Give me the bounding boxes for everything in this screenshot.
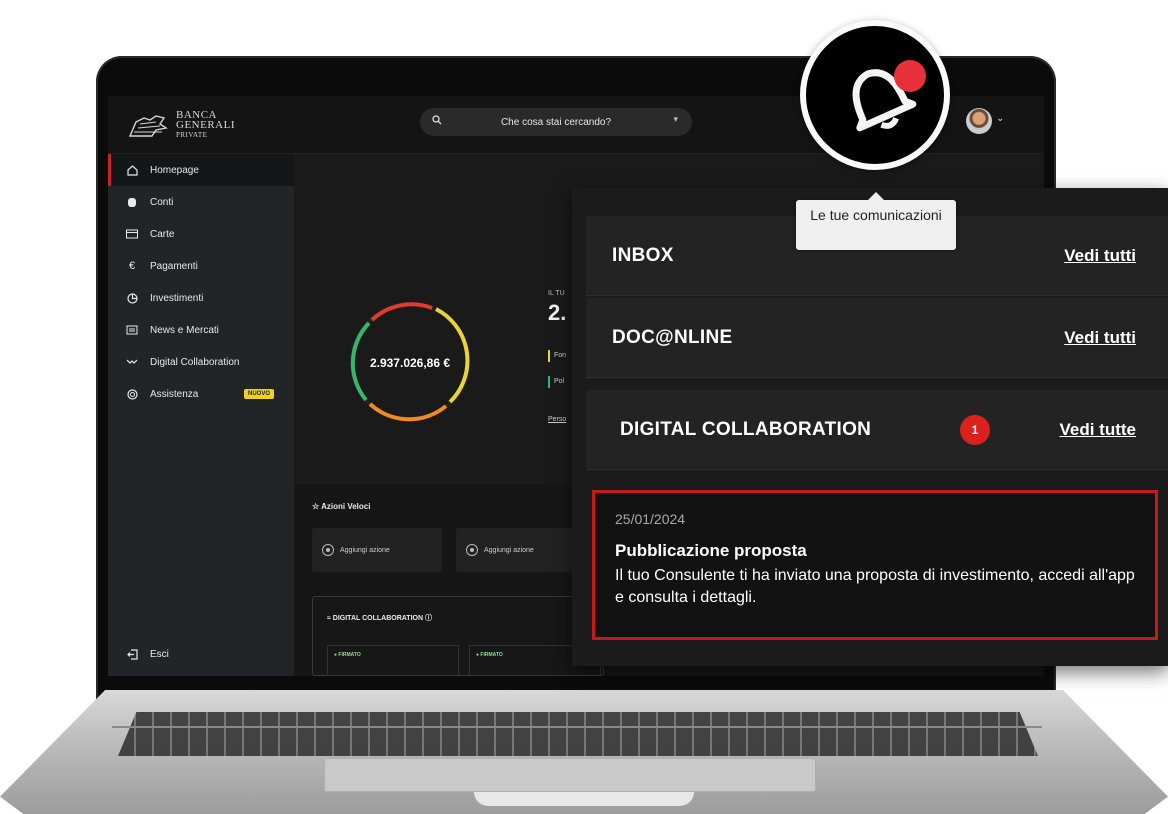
search-icon <box>432 115 442 128</box>
see-all-link[interactable]: Vedi tutti <box>1064 298 1136 378</box>
sidebar-item-label: News e Mercati <box>150 324 219 336</box>
avatar[interactable] <box>966 108 992 134</box>
lion-logo-icon <box>126 110 170 140</box>
sidebar-item-assistenza[interactable]: Assistenza NUOVO <box>108 378 294 410</box>
donut-segment-orange <box>368 402 448 422</box>
unread-count-badge: 1 <box>960 415 990 445</box>
notification-date: 25/01/2024 <box>615 511 686 527</box>
chevron-down-icon[interactable]: ⌄ <box>996 113 1004 124</box>
add-action-label: Aggiungi azione <box>340 546 390 554</box>
sidebar-item-label: Homepage <box>150 164 199 176</box>
sidebar-item-news[interactable]: News e Mercati <box>108 314 294 346</box>
add-action-button[interactable]: Aggiungi azione <box>312 528 442 572</box>
legend-marker <box>548 376 550 388</box>
brand-name: BANCA GENERALI PRIVATE <box>176 110 235 140</box>
sidebar-item-label: Conti <box>150 196 174 208</box>
sidebar-item-label: Assistenza <box>150 388 199 400</box>
keyboard <box>118 712 1038 756</box>
help-icon[interactable]: ⓘ <box>425 615 432 622</box>
see-all-link[interactable]: Vedi tutte <box>1059 390 1136 470</box>
sidebar-item-label: Carte <box>150 228 175 240</box>
brand-name-line2: GENERALI <box>176 119 235 131</box>
sidebar-item-conti[interactable]: Conti <box>108 186 294 218</box>
dc-card[interactable]: ● FIRMATO <box>327 645 459 676</box>
notif-row-label: DIGITAL COLLABORATION <box>620 419 872 440</box>
sidebar-exit: Esci <box>108 638 294 670</box>
trackpad <box>324 758 816 792</box>
keyboard-divider <box>112 726 1042 728</box>
notif-row-digital-collaboration[interactable]: DIGITAL COLLABORATION 1 Vedi tutte <box>586 390 1168 470</box>
pie-chart-icon <box>126 292 138 304</box>
laptop-notch <box>474 792 694 806</box>
legend-marker <box>548 350 550 362</box>
euro-icon: € <box>128 260 136 272</box>
notification-body: Il tuo Consulente ti ha inviato una prop… <box>615 567 1135 606</box>
notifications-tooltip: Le tue comunicazioni <box>796 192 956 250</box>
legend-label: Fon <box>554 352 567 359</box>
search-placeholder: Che cosa stai cercando? <box>500 116 612 128</box>
sidebar-item-label: Digital Collaboration <box>150 356 240 368</box>
sidebar-item-carte[interactable]: Carte <box>108 218 294 250</box>
logout-button[interactable]: Esci <box>108 638 294 670</box>
notif-row-label: DOC@NLINE <box>612 327 733 348</box>
newspaper-icon <box>126 324 138 336</box>
logout-label: Esci <box>150 648 169 660</box>
dc-card-status: ● FIRMATO <box>476 652 503 658</box>
search-bar[interactable]: Che cosa stai cercando? ▾ <box>420 108 692 136</box>
lifebuoy-icon <box>126 388 138 400</box>
hero-label: IL TU <box>548 290 565 297</box>
sidebar-item-investimenti[interactable]: Investimenti <box>108 282 294 314</box>
card-icon <box>126 228 138 240</box>
dc-card-status: ● FIRMATO <box>334 652 361 658</box>
see-all-link[interactable]: Vedi tutti <box>1064 216 1136 296</box>
sidebar-item-pagamenti[interactable]: € Pagamenti <box>108 250 294 282</box>
home-icon <box>126 164 138 176</box>
hero-big-value: 2. <box>548 300 567 325</box>
digital-collaboration-panel: ≈ DIGITAL COLLABORATION ⓘ ● FIRMATO ● FI… <box>312 596 604 676</box>
collaboration-icon <box>126 356 138 368</box>
notif-row-label: INBOX <box>612 245 674 266</box>
settings-icon <box>466 544 478 556</box>
add-action-label: Aggiungi azione <box>484 546 534 554</box>
sidebar-item-label: Pagamenti <box>150 260 198 272</box>
notif-row-doconline[interactable]: DOC@NLINE Vedi tutti <box>586 298 1168 378</box>
sidebar-item-label: Investimenti <box>150 292 204 304</box>
new-badge: NUOVO <box>244 389 275 399</box>
notification-item[interactable]: 25/01/2024 Pubblicazione proposta Il tuo… <box>592 490 1158 640</box>
notification-dot <box>894 60 926 92</box>
quick-actions-title: ☆ Azioni Veloci <box>312 502 371 511</box>
sidebar-item-homepage[interactable]: Homepage <box>108 154 294 186</box>
legend-label: Pol <box>554 378 565 385</box>
logout-icon <box>126 648 138 660</box>
sidebar: Homepage Conti Carte € Pagamenti Investi… <box>108 154 294 676</box>
notifications-bell-button[interactable] <box>800 20 950 170</box>
sidebar-item-digital-collaboration[interactable]: Digital Collaboration <box>108 346 294 378</box>
chevron-down-icon: ▾ <box>673 114 678 124</box>
add-action-button[interactable]: Aggiungi azione <box>456 528 586 572</box>
portfolio-total: 2.937.026,86 € <box>369 356 451 370</box>
brand-logo[interactable]: BANCA GENERALI PRIVATE <box>126 110 235 140</box>
brand-name-line3: PRIVATE <box>176 131 208 139</box>
settings-icon <box>322 544 334 556</box>
dc-panel-title: ≈ DIGITAL COLLABORATION ⓘ <box>327 613 432 623</box>
notification-title: Pubblicazione proposta <box>615 541 807 560</box>
database-icon <box>126 196 138 208</box>
hero-link[interactable]: Perso <box>548 416 566 423</box>
dc-panel-title-text: DIGITAL COLLABORATION <box>332 615 424 622</box>
donut-segment-red <box>370 302 433 322</box>
